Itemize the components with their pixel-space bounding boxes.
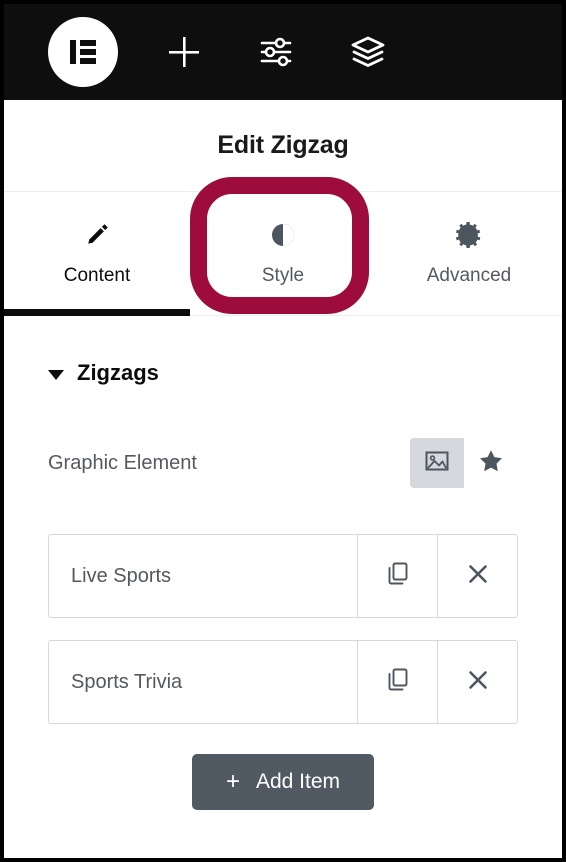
star-icon [478,448,504,479]
tab-style-label: Style [261,265,305,286]
screenshot-frame: Edit Zigzag Content Style Advanced Zigza… [0,0,566,862]
remove-item-button[interactable] [437,641,517,723]
close-icon [465,667,491,698]
elementor-logo-button[interactable] [48,17,118,87]
page-title: Edit Zigzag [217,131,349,159]
control-graphic-element: Graphic Element [48,438,518,488]
navigator-button[interactable] [342,26,394,78]
pencil-icon [83,220,111,250]
tab-content-label: Content [63,265,131,286]
section-title: Zigzags [77,360,159,385]
choice-icon[interactable] [464,438,518,488]
gear-icon [455,220,483,250]
list-item: Live Sports [48,534,518,618]
site-settings-button[interactable] [250,26,302,78]
elementor-editor-panel: Edit Zigzag Content Style Advanced Zigza… [4,4,562,858]
add-element-icon [162,30,206,74]
tab-content[interactable]: Content [4,192,190,316]
control-label-graphic-element: Graphic Element [48,451,197,474]
remove-item-button[interactable] [437,535,517,617]
section-header-zigzags[interactable]: Zigzags [48,360,518,386]
settings-sliders-icon [256,32,296,72]
duplicate-item-button[interactable] [357,535,437,617]
add-element-button[interactable] [158,26,210,78]
choice-image[interactable] [410,438,464,488]
duplicate-icon [385,561,411,592]
add-item-label: Add Item [255,770,341,793]
panel-tabs: Content Style Advanced [4,177,562,316]
tab-advanced[interactable]: Advanced [376,192,562,315]
add-item-row: + Add Item [48,754,518,810]
panel-controls: Zigzags Graphic Element Live Sports Spor… [4,316,562,810]
duplicate-item-button[interactable] [357,641,437,723]
editor-toolbar [4,4,562,100]
close-icon [465,561,491,592]
add-item-button[interactable]: + Add Item [191,754,375,810]
duplicate-icon [385,667,411,698]
caret-down-icon [48,369,64,380]
tab-advanced-label: Advanced [426,265,512,286]
image-icon [424,448,450,479]
repeater-item-title[interactable]: Live Sports [49,535,357,617]
panel-header: Edit Zigzag [4,100,562,192]
elementor-logo-icon [65,34,101,70]
repeater-list: Live Sports Sports Trivia [48,534,518,724]
graphic-element-choices [410,438,518,488]
contrast-icon [269,220,297,250]
plus-icon: + [225,768,240,795]
list-item: Sports Trivia [48,640,518,724]
tab-style[interactable]: Style [190,192,376,315]
repeater-item-title[interactable]: Sports Trivia [49,641,357,723]
layers-icon [348,32,388,72]
